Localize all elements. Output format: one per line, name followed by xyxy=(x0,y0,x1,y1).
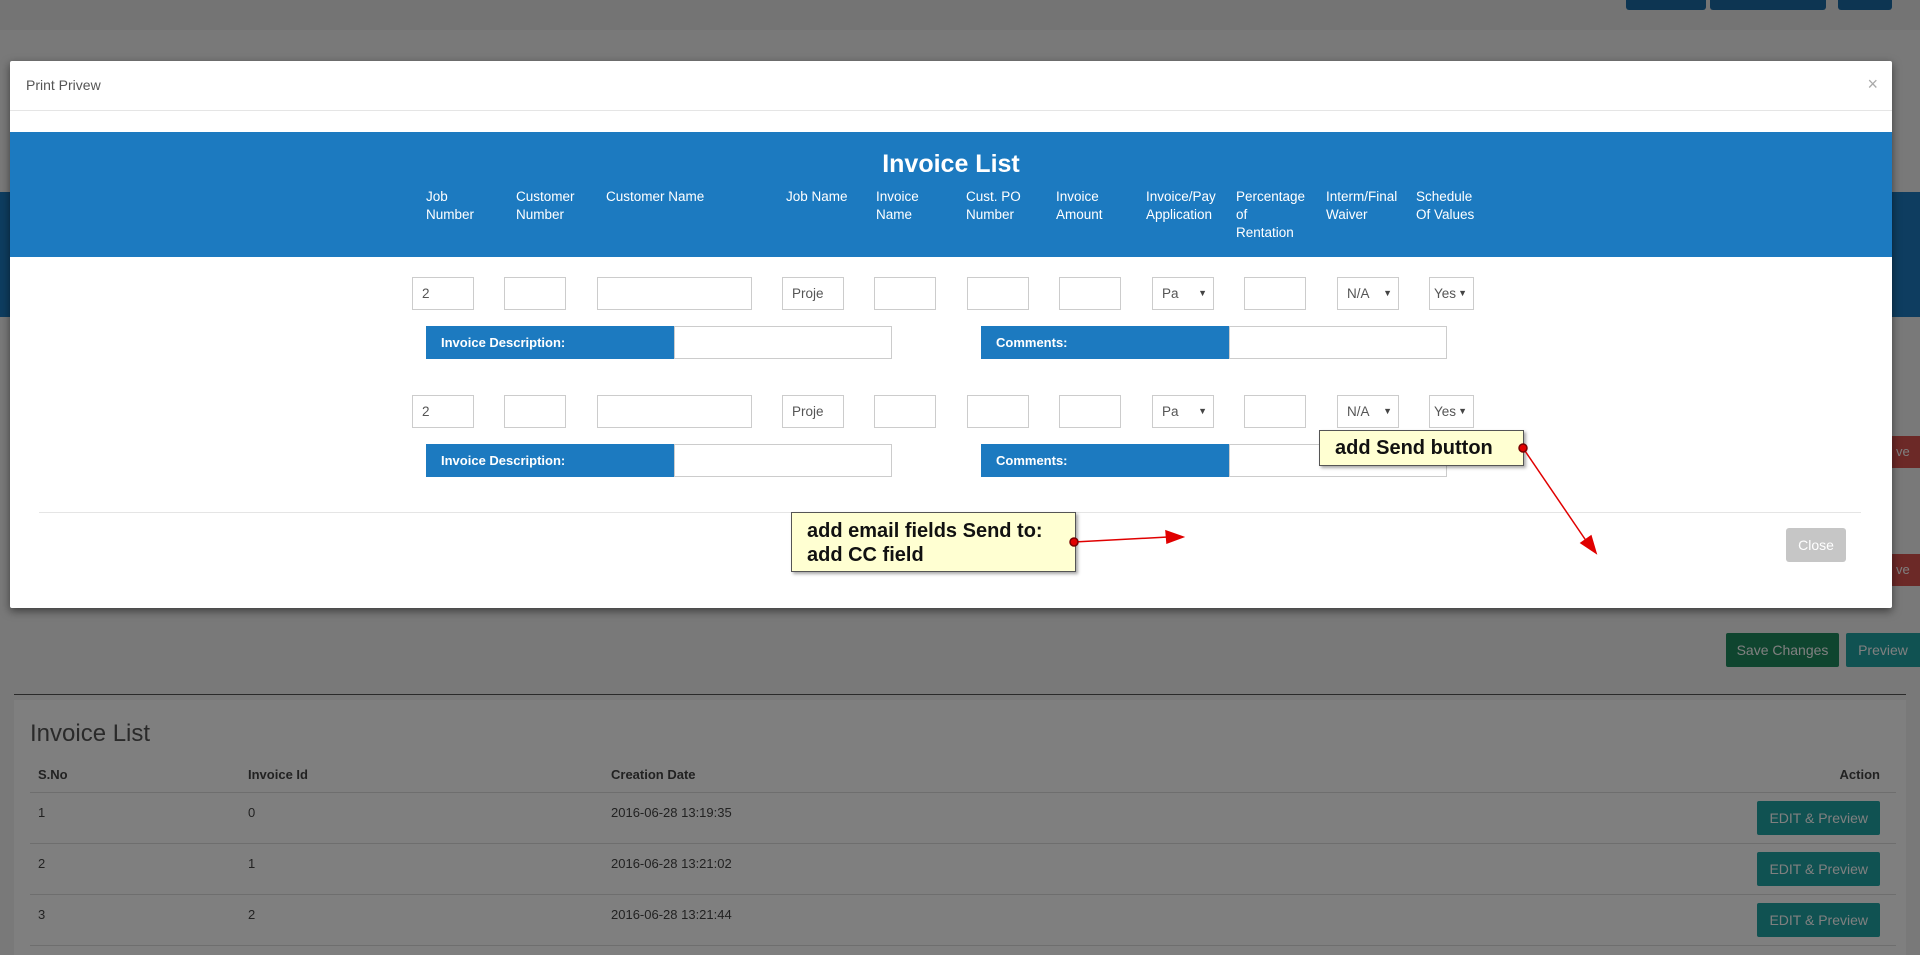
select-value: Yes xyxy=(1434,404,1457,419)
select-value: N/A xyxy=(1347,404,1370,419)
select-value: N/A xyxy=(1347,286,1370,301)
customer-number-input[interactable] xyxy=(504,395,566,428)
waiver-select[interactable]: N/A ▼ xyxy=(1337,395,1399,428)
column-header-invoice-name: Invoice Name xyxy=(876,188,919,224)
dropdown-arrow-icon: ▼ xyxy=(1458,406,1467,416)
invoice-name-input[interactable] xyxy=(874,395,936,428)
column-header-line: Number xyxy=(426,207,475,222)
close-icon[interactable]: × xyxy=(1867,74,1878,95)
select-value: Yes xyxy=(1434,286,1457,301)
dropdown-arrow-icon: ▼ xyxy=(1198,288,1207,298)
job-name-input[interactable]: Proje xyxy=(782,277,844,310)
invoice-amount-input[interactable] xyxy=(1059,395,1121,428)
select-value: Pa xyxy=(1162,404,1179,419)
cust-po-number-input[interactable] xyxy=(967,277,1029,310)
waiver-select[interactable]: N/A ▼ xyxy=(1337,277,1399,310)
column-header-waiver: Interm/Final Waiver xyxy=(1326,188,1397,224)
annotation-text: add email fields Send to: xyxy=(807,520,1043,542)
column-header-line: Cust. PO xyxy=(966,189,1021,204)
cust-po-number-input[interactable] xyxy=(967,395,1029,428)
comments-label: Comments: xyxy=(981,326,1229,359)
invoice-description-label: Invoice Description: xyxy=(426,326,674,359)
modal-title: Print Privew xyxy=(26,77,101,93)
column-header-line: Schedule xyxy=(1416,189,1473,204)
column-header-line: Invoice xyxy=(876,189,919,204)
annotation-text: add Send button xyxy=(1335,437,1493,459)
dropdown-arrow-icon: ▼ xyxy=(1383,406,1392,416)
dropdown-arrow-icon: ▼ xyxy=(1383,288,1392,298)
column-header-line: Job Name xyxy=(786,189,848,204)
job-number-input[interactable]: 2 xyxy=(412,277,474,310)
column-header-pay-application: Invoice/Pay Application xyxy=(1146,188,1216,224)
customer-name-input[interactable] xyxy=(597,395,752,428)
column-header-line: Waiver xyxy=(1326,207,1368,222)
annotation-email-fields: add email fields Send to: add CC field xyxy=(791,512,1076,572)
invoice-amount-input[interactable] xyxy=(1059,277,1121,310)
invoice-list-heading: Invoice List xyxy=(882,150,1020,178)
column-header-line: Interm/Final xyxy=(1326,189,1398,204)
customer-number-input[interactable] xyxy=(504,277,566,310)
column-header-job-number: Job Number xyxy=(426,188,474,224)
invoice-description-input[interactable] xyxy=(674,326,892,359)
invoice-description-input[interactable] xyxy=(674,444,892,477)
invoice-list-header: Invoice List Job Number Customer Number Cu… xyxy=(10,132,1892,257)
column-header-percentage-rentation: Percentage of Rentation xyxy=(1236,188,1305,242)
column-header-customer-number: Customer Number xyxy=(516,188,575,224)
schedule-of-values-select[interactable]: Yes ▼ xyxy=(1429,395,1474,428)
comments-input[interactable] xyxy=(1229,326,1447,359)
pay-application-select[interactable]: Pa ▼ xyxy=(1152,277,1214,310)
select-value: Pa xyxy=(1162,286,1179,301)
column-header-cust-po-number: Cust. PO Number xyxy=(966,188,1021,224)
column-header-job-name: Job Name xyxy=(786,188,848,206)
column-header-line: Amount xyxy=(1056,207,1103,222)
invoice-name-input[interactable] xyxy=(874,277,936,310)
modal-header: Print Privew × xyxy=(10,61,1892,111)
column-header-line: Job xyxy=(426,189,448,204)
column-header-line: Percentage xyxy=(1236,189,1306,204)
column-header-line: Number xyxy=(516,207,565,222)
column-header-customer-name: Customer Name xyxy=(606,188,704,206)
percentage-rentation-input[interactable] xyxy=(1244,277,1306,310)
invoice-description-label: Invoice Description: xyxy=(426,444,674,477)
customer-name-input[interactable] xyxy=(597,277,752,310)
comments-label: Comments: xyxy=(981,444,1229,477)
column-header-line: Invoice xyxy=(1056,189,1099,204)
pay-application-select[interactable]: Pa ▼ xyxy=(1152,395,1214,428)
column-header-schedule-of-values: Schedule Of Values xyxy=(1416,188,1474,224)
dropdown-arrow-icon: ▼ xyxy=(1198,406,1207,416)
job-name-input[interactable]: Proje xyxy=(782,395,844,428)
annotation-send-button: add Send button xyxy=(1319,430,1524,466)
close-button[interactable]: Close xyxy=(1786,528,1846,562)
dropdown-arrow-icon: ▼ xyxy=(1458,288,1467,298)
job-number-input[interactable]: 2 xyxy=(412,395,474,428)
column-header-line: Of Values xyxy=(1416,207,1475,222)
column-header-line: Number xyxy=(966,207,1015,222)
column-header-line: Name xyxy=(876,207,913,222)
column-header-invoice-amount: Invoice Amount xyxy=(1056,188,1103,224)
column-header-line: Application xyxy=(1146,207,1213,222)
percentage-rentation-input[interactable] xyxy=(1244,395,1306,428)
annotation-text: add CC field xyxy=(807,544,924,566)
column-header-line: Rentation xyxy=(1236,225,1294,240)
column-header-line: Invoice/Pay xyxy=(1146,189,1216,204)
column-header-line: of xyxy=(1236,207,1248,222)
column-header-line: Customer xyxy=(516,189,575,204)
schedule-of-values-select[interactable]: Yes ▼ xyxy=(1429,277,1474,310)
column-header-line: Customer Name xyxy=(606,189,705,204)
